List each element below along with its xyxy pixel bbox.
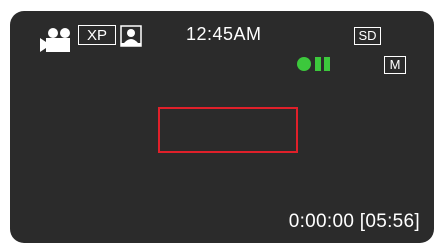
timecode-remaining: 0:00:00 [05:56] [288, 211, 420, 232]
video-camera-icon [40, 28, 70, 52]
camcorder-lcd-screen: XP 12:45AM SD M 0:00:00 [05:56] [10, 11, 434, 243]
manual-mode-badge: M [384, 56, 406, 74]
recording-quality-badge: XP [78, 25, 116, 45]
portrait-scene-icon [120, 25, 142, 47]
media-label: SD [358, 28, 377, 43]
quality-label: XP [86, 27, 107, 44]
media-sd-badge: SD [354, 27, 381, 45]
battery-status-icon [297, 57, 330, 71]
clock-time: 12:45AM [186, 24, 262, 44]
focus-frame [158, 107, 298, 153]
mode-label: M [389, 57, 401, 72]
